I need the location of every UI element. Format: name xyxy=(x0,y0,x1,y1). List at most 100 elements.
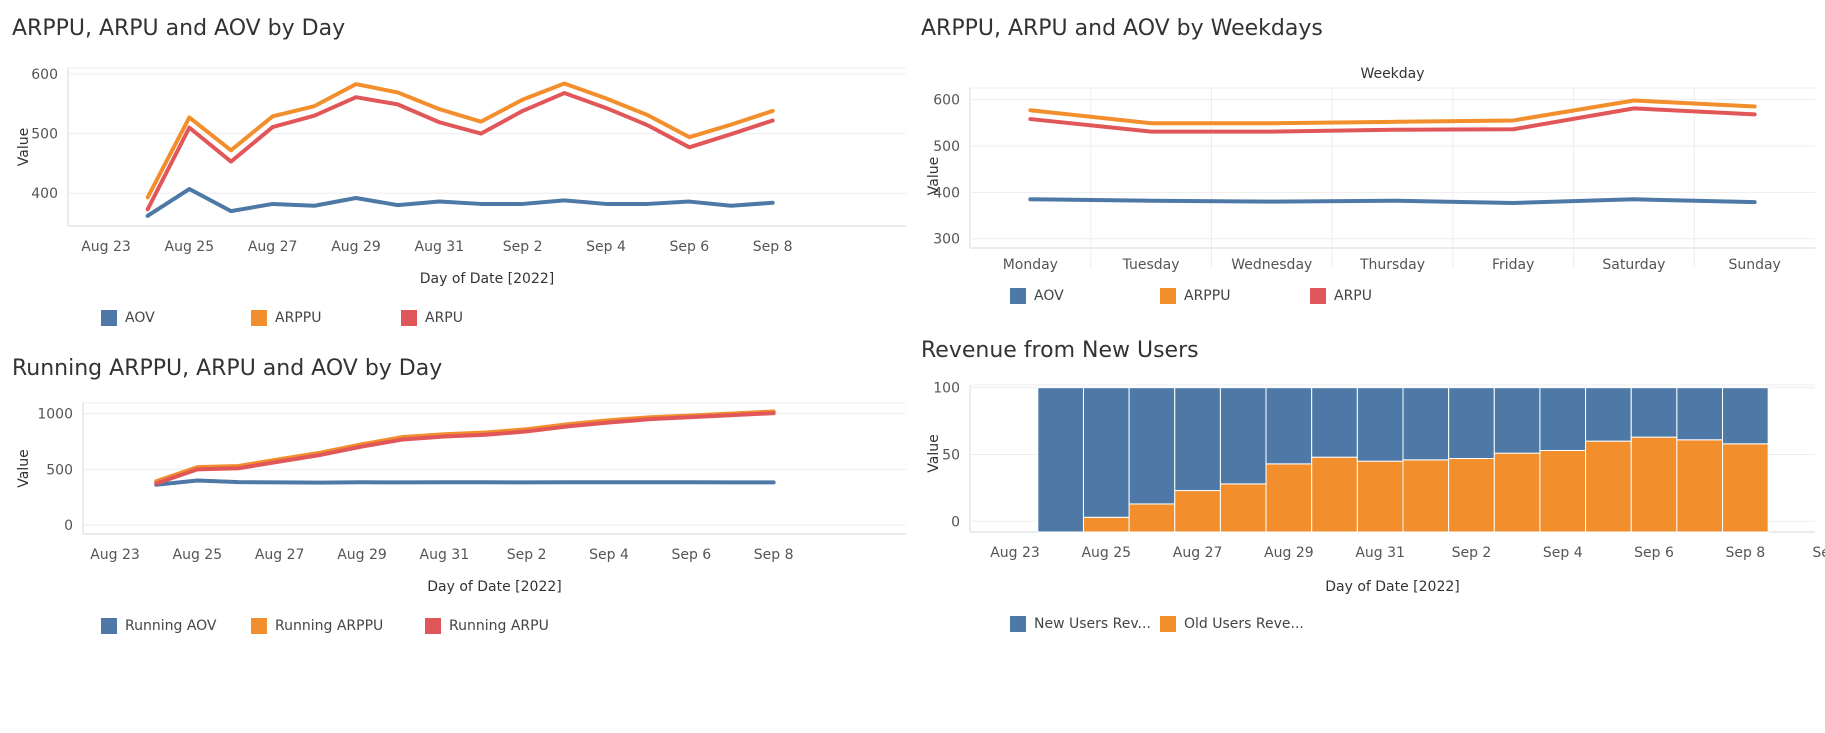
x-tick-label: Aug 23 xyxy=(81,239,131,255)
bar-old-users xyxy=(1219,483,1267,533)
x-tick-label: Sep 10 xyxy=(1812,545,1825,561)
x-tick-label: Aug 25 xyxy=(1081,545,1131,561)
legend-swatch-arpu-weekday xyxy=(1310,288,1326,304)
bar-old-users xyxy=(1082,516,1130,533)
bar-new-users xyxy=(1539,387,1587,451)
y-axis-title: Value xyxy=(926,434,942,472)
x-axis-title: Day of Date [2022] xyxy=(1325,579,1460,595)
legend-label-running-aov: Running AOV xyxy=(125,618,217,634)
legend-item-arppu[interactable]: ARPPU xyxy=(251,310,401,326)
legend-label-arppu: ARPPU xyxy=(275,310,322,326)
x-tick-label: Sep 8 xyxy=(754,547,794,563)
bar-new-users xyxy=(1219,387,1267,485)
y-tick-label: 0 xyxy=(64,518,73,534)
bar-old-users xyxy=(1585,440,1632,533)
bar-new-users xyxy=(1265,387,1313,465)
series-line-running-arppu xyxy=(154,409,776,484)
y-tick-label: 100 xyxy=(933,381,960,397)
chart-title-newusers: Revenue from New Users xyxy=(921,338,1199,363)
y-tick-label: 0 xyxy=(951,514,960,530)
y-axis-title: Value xyxy=(16,449,32,487)
y-tick-label: 600 xyxy=(933,93,960,109)
x-tick-label: Aug 25 xyxy=(173,547,223,563)
legend-item-running-arppu[interactable]: Running ARPPU xyxy=(251,618,425,634)
x-tick-label: Sep 6 xyxy=(671,547,711,563)
legend-label-aov-weekday: AOV xyxy=(1034,288,1064,304)
x-tick-label: Aug 31 xyxy=(420,547,470,563)
x-tick-label: Sep 6 xyxy=(669,239,709,255)
legend-swatch-new-users xyxy=(1010,616,1026,632)
x-tick-label: Sep 8 xyxy=(1725,545,1765,561)
legend-item-arpu-weekday[interactable]: ARPU xyxy=(1310,288,1372,304)
legend-item-arppu-weekday[interactable]: ARPPU xyxy=(1160,288,1310,304)
bar-new-users xyxy=(1448,387,1495,459)
legend-label-arpu: ARPU xyxy=(425,310,463,326)
bar-old-users xyxy=(1630,436,1678,533)
y-tick-label: 600 xyxy=(31,67,58,83)
x-tick-label: Tuesday xyxy=(1122,257,1180,273)
bar-new-users xyxy=(1082,387,1130,518)
legend-item-aov[interactable]: AOV xyxy=(101,310,251,326)
x-tick-label: Saturday xyxy=(1602,257,1665,273)
bar-old-users xyxy=(1722,443,1769,533)
chart-newusers: 0 50 100 Aug 23 Aug 25 Aug 27 Aug 29 Aug 31 Sep … xyxy=(926,381,1825,595)
chart-title-daily: ARPPU, ARPU and AOV by Day xyxy=(12,16,346,41)
y-axis-title: Value xyxy=(16,128,32,166)
legend-swatch-arppu-weekday xyxy=(1160,288,1176,304)
legend-label-running-arppu: Running ARPPU xyxy=(275,618,384,634)
y-tick-label: 500 xyxy=(46,462,73,478)
legend-item-aov-weekday[interactable]: AOV xyxy=(1010,288,1160,304)
x-axis-title: Day of Date [2022] xyxy=(420,271,555,287)
y-tick-label: 500 xyxy=(31,127,58,143)
series-line-running-aov xyxy=(154,478,776,487)
bar-new-users xyxy=(1174,387,1221,492)
series-line-aov xyxy=(1028,197,1757,206)
x-tick-label: Aug 31 xyxy=(1355,545,1405,561)
bar-old-users xyxy=(1265,463,1313,533)
bar-old-users xyxy=(1128,503,1176,533)
legend-swatch-aov-weekday xyxy=(1010,288,1026,304)
bar-old-users xyxy=(1493,452,1541,533)
x-tick-label: Monday xyxy=(1003,257,1058,273)
legend-item-running-arpu[interactable]: Running ARPU xyxy=(425,618,549,634)
x-tick-label: Sep 4 xyxy=(589,547,629,563)
legend-weekday: AOV ARPPU ARPU xyxy=(1010,288,1372,304)
legend-item-arpu[interactable]: ARPU xyxy=(401,310,463,326)
legend-swatch-running-arpu xyxy=(425,618,441,634)
legend-item-old-users[interactable]: Old Users Reve... xyxy=(1160,616,1304,632)
x-tick-label: Sep 4 xyxy=(1543,545,1583,561)
x-tick-label: Thursday xyxy=(1359,257,1425,273)
legend-label-aov: AOV xyxy=(125,310,155,326)
legend-daily: AOV ARPPU ARPU xyxy=(101,310,463,326)
legend-label-arppu-weekday: ARPPU xyxy=(1184,288,1231,304)
legend-item-new-users[interactable]: New Users Rev... xyxy=(1010,616,1160,632)
legend-label-running-arpu: Running ARPU xyxy=(449,618,549,634)
x-tick-label: Aug 27 xyxy=(1173,545,1223,561)
y-tick-label: 50 xyxy=(942,447,960,463)
bar-old-users xyxy=(1174,490,1221,533)
x-tick-label: Aug 27 xyxy=(255,547,305,563)
x-tick-label: Sep 4 xyxy=(586,239,626,255)
bar-new-users xyxy=(1585,387,1632,442)
x-tick-label: Aug 31 xyxy=(415,239,465,255)
legend-swatch-running-arppu xyxy=(251,618,267,634)
bar-new-users xyxy=(1037,387,1084,533)
chart-weekday: Weekday300400500600Monday Tuesday Wednesda… xyxy=(926,66,1815,273)
series-line-arpu xyxy=(145,91,775,212)
x-tick-label: Sep 2 xyxy=(507,547,547,563)
bar-old-users xyxy=(1448,458,1495,533)
column-header-weekday: Weekday xyxy=(1360,66,1424,82)
legend-swatch-running-aov xyxy=(101,618,117,634)
legend-swatch-old-users xyxy=(1160,616,1176,632)
chart-title-running: Running ARPPU, ARPU and AOV by Day xyxy=(12,356,443,381)
bar-new-users xyxy=(1493,387,1541,454)
x-tick-label: Aug 29 xyxy=(331,239,381,255)
y-tick-label: 1000 xyxy=(37,407,73,423)
x-tick-label: Aug 27 xyxy=(248,239,298,255)
bar-new-users xyxy=(1128,387,1176,505)
x-tick-label: Aug 23 xyxy=(90,547,140,563)
bar-new-users xyxy=(1676,387,1724,441)
bar-old-users xyxy=(1676,439,1724,533)
legend-item-running-aov[interactable]: Running AOV xyxy=(101,618,251,634)
x-tick-label: Sep 2 xyxy=(503,239,543,255)
